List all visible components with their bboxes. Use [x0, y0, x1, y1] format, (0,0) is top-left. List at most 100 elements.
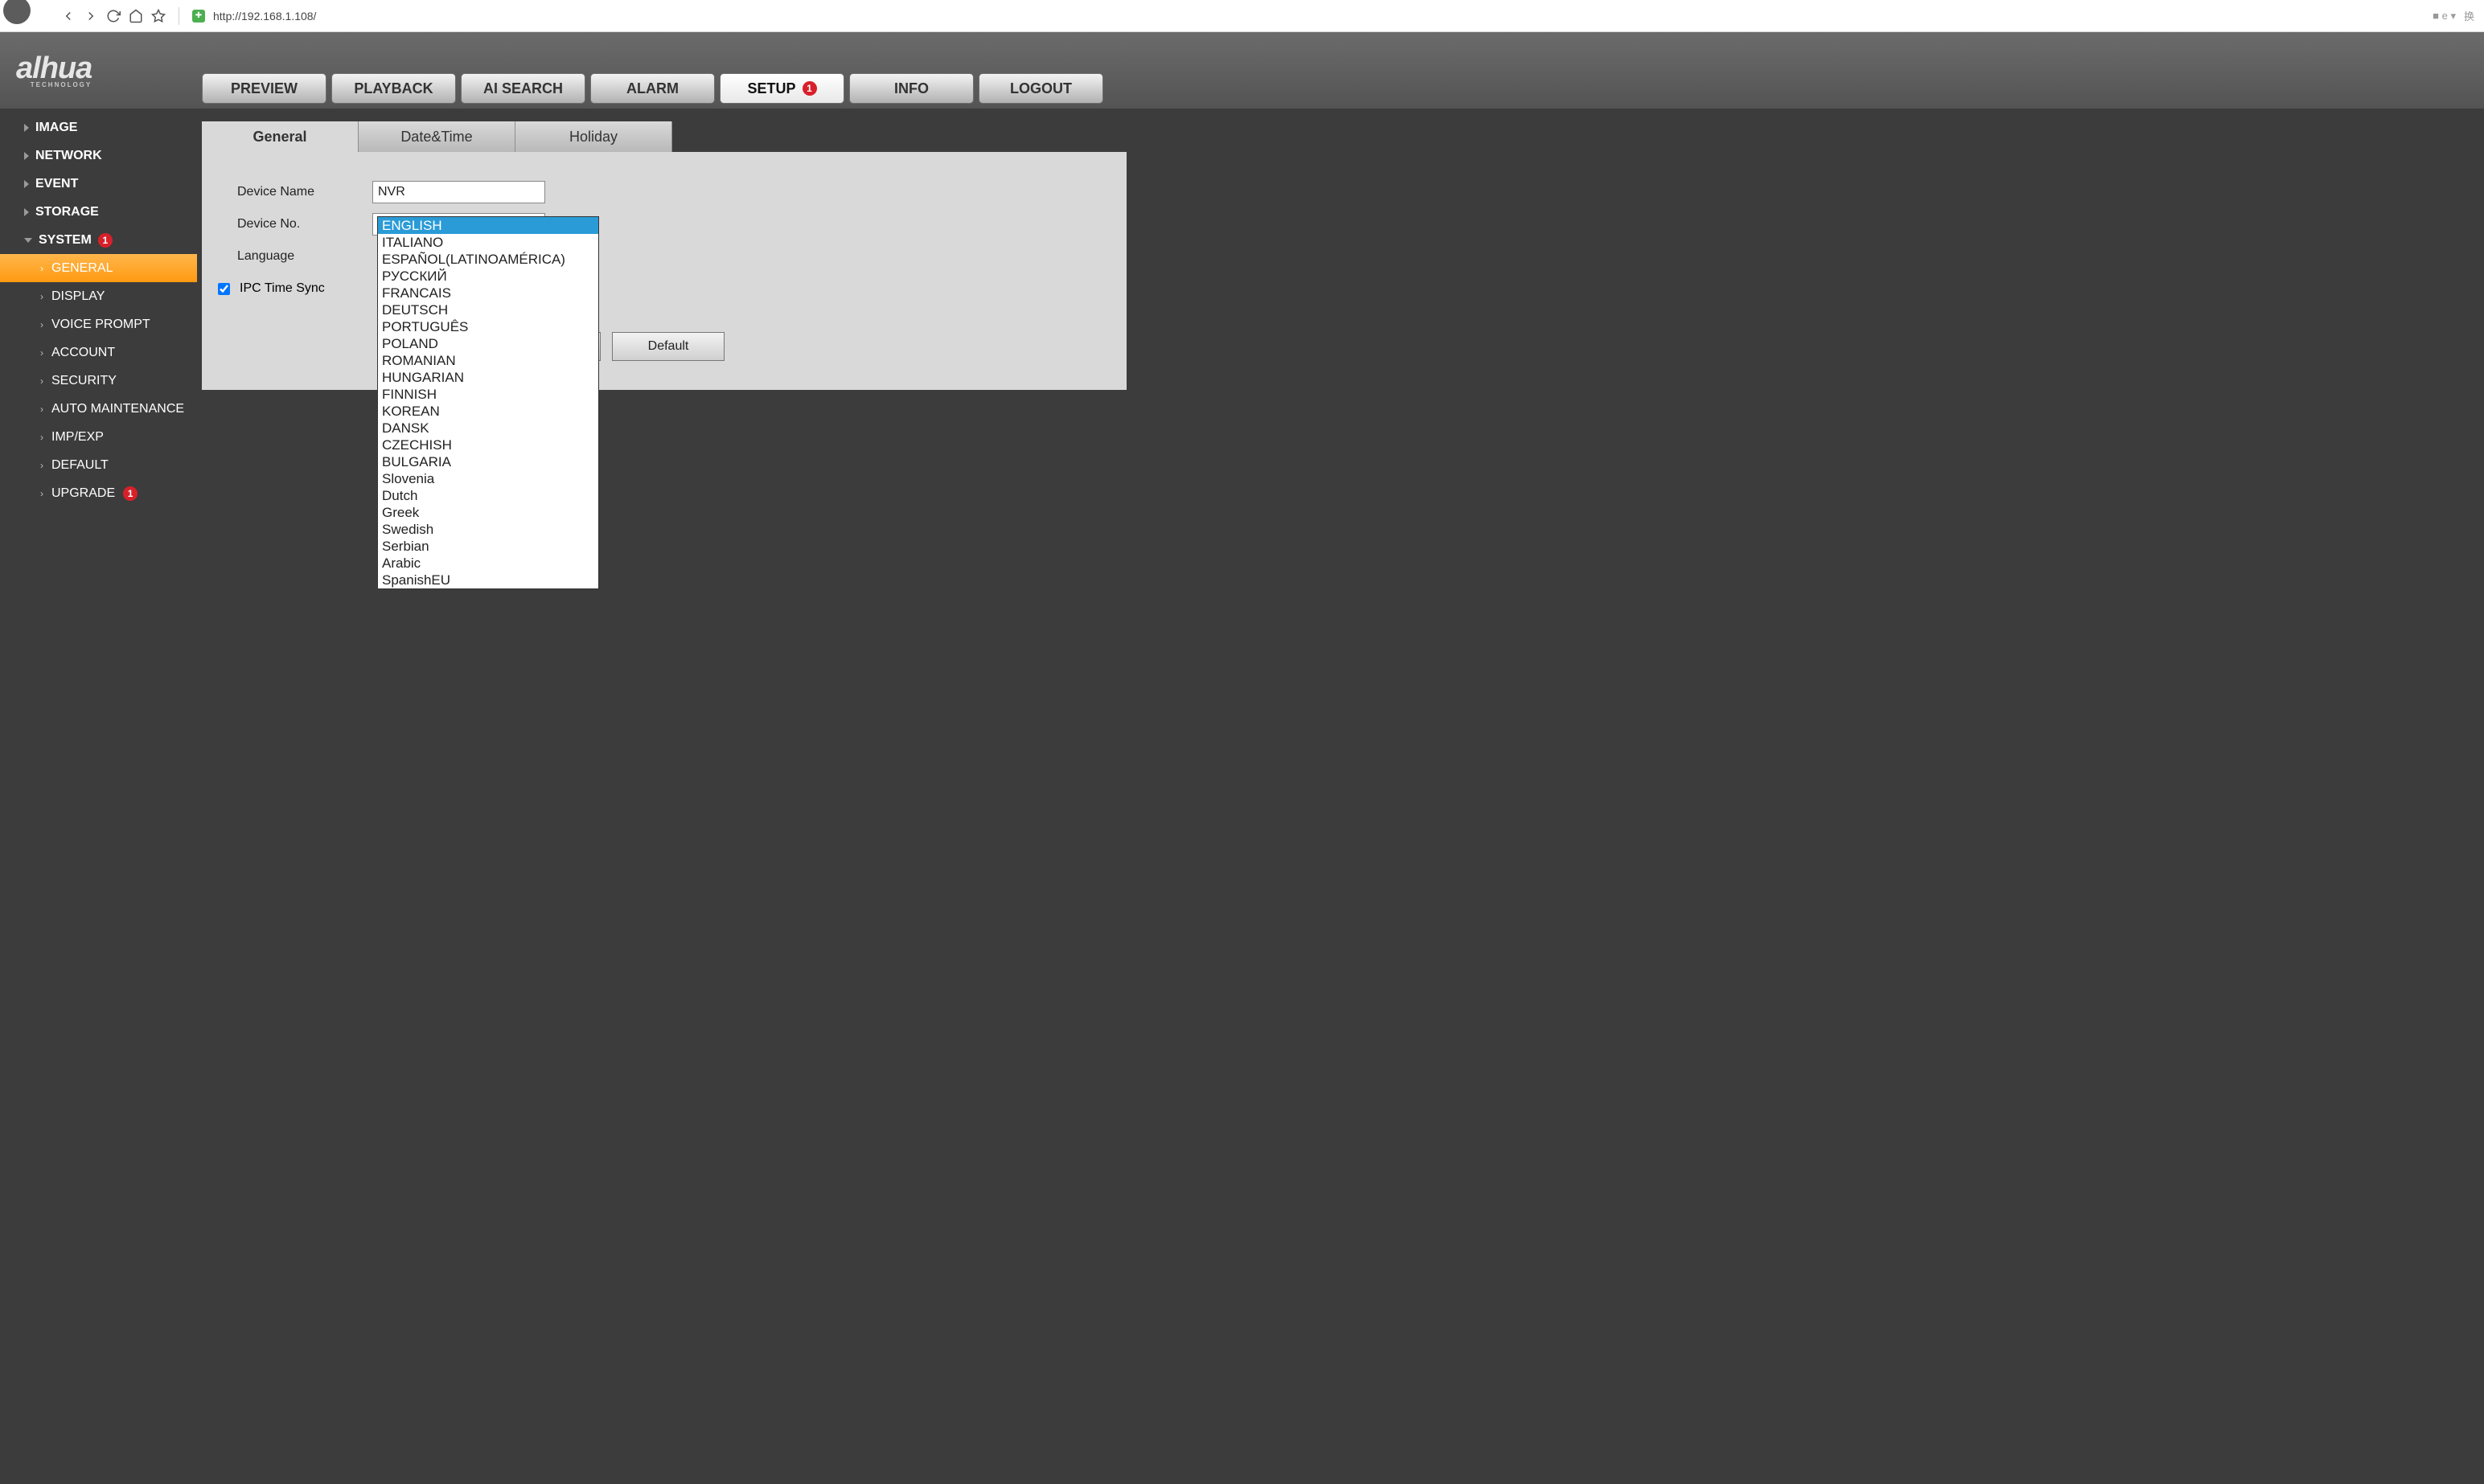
chrome-right-cjk[interactable]: 换 — [2464, 8, 2474, 23]
sidebar-item-display[interactable]: › DISPLAY — [0, 282, 197, 310]
language-option[interactable]: Arabic — [378, 555, 598, 572]
sidebar-item-account[interactable]: ›ACCOUNT — [0, 338, 197, 367]
tab-preview[interactable]: PREVIEW — [202, 73, 326, 104]
tab-label: PLAYBACK — [354, 80, 433, 97]
tab-label: ALARM — [626, 80, 679, 97]
language-option[interactable]: Swedish — [378, 521, 598, 538]
language-option[interactable]: DANSK — [378, 420, 598, 437]
ipc-time-sync-label: IPC Time Sync — [240, 281, 325, 296]
sidebar-cat-system[interactable]: SYSTEM1 — [0, 226, 197, 254]
topbar-tabs: PREVIEW PLAYBACK AI SEARCH ALARM SETUP1 … — [202, 73, 1103, 109]
sidebar-item-label: UPGRADE — [51, 486, 115, 501]
sidebar-item-label: DISPLAY — [51, 289, 105, 304]
sidebar-item-label: DEFAULT — [51, 458, 109, 473]
chevron-right-icon: › — [40, 404, 43, 415]
panel-tab-holiday[interactable]: Holiday — [515, 121, 672, 152]
language-option[interactable]: HUNGARIAN — [378, 369, 598, 386]
sidebar-item-security[interactable]: › SECURITY — [0, 367, 197, 395]
language-option[interactable]: PORTUGUÊS — [378, 318, 598, 335]
sidebar-item-general[interactable]: › GENERAL — [0, 254, 197, 282]
logo-name: alhua — [16, 51, 92, 85]
sidebar-cat-label: NETWORK — [35, 149, 102, 163]
tab-setup[interactable]: SETUP1 — [720, 73, 844, 104]
language-option[interactable]: Dutch — [378, 487, 598, 504]
main: PREVIEW PLAYBACK AI SEARCH ALARM SETUP1 … — [197, 32, 2484, 1484]
panel-tab-general[interactable]: General — [202, 121, 359, 152]
sidebar-cat-network[interactable]: NETWORK — [0, 141, 197, 170]
tab-playback[interactable]: PLAYBACK — [331, 73, 456, 104]
badge: 1 — [98, 233, 113, 248]
sidebar: alhua TECHNOLOGY IMAGE NETWORK EVENT STO… — [0, 32, 197, 1484]
language-option[interactable]: SpanishEU — [378, 572, 598, 588]
language-option[interactable]: Greek — [378, 504, 598, 521]
language-option[interactable]: KOREAN — [378, 403, 598, 420]
language-option[interactable]: Serbian — [378, 538, 598, 555]
chevron-right-icon: › — [40, 460, 43, 471]
ipc-time-sync-checkbox[interactable] — [218, 283, 230, 295]
chevron-right-icon: › — [40, 291, 43, 302]
browser-right-controls: ■ e ▾ 换 — [2433, 8, 2474, 23]
sidebar-item-label: GENERAL — [51, 261, 113, 276]
sidebar-item-label: ACCOUNT — [51, 346, 115, 360]
language-option[interactable]: ROMANIAN — [378, 352, 598, 369]
chevron-right-icon: › — [40, 375, 43, 387]
browser-profile-icon — [3, 0, 31, 24]
language-option[interactable]: BULGARIA — [378, 453, 598, 470]
language-option[interactable]: Slovenia — [378, 470, 598, 487]
language-option[interactable]: РУССКИЙ — [378, 268, 598, 285]
chevron-right-icon — [24, 152, 29, 160]
device-no-label: Device No. — [237, 217, 372, 232]
chrome-right-glyphs[interactable]: ■ e ▾ — [2433, 10, 2456, 23]
sidebar-cat-storage[interactable]: STORAGE — [0, 198, 197, 226]
language-option[interactable]: ENGLISH — [378, 217, 598, 234]
panel-tab-date-time[interactable]: Date&Time — [359, 121, 515, 152]
back-button[interactable] — [61, 9, 76, 23]
tab-label: LOGOUT — [1010, 80, 1072, 97]
sidebar-cat-image[interactable]: IMAGE — [0, 113, 197, 141]
forward-button[interactable] — [84, 9, 98, 23]
star-button[interactable] — [151, 9, 166, 23]
general-panel: Device Name Device No. Language IPC Time… — [202, 152, 1127, 390]
tab-info[interactable]: INFO — [849, 73, 974, 104]
topbar: PREVIEW PLAYBACK AI SEARCH ALARM SETUP1 … — [197, 32, 2484, 109]
tab-label: PREVIEW — [231, 80, 298, 97]
chevron-right-icon — [24, 208, 29, 216]
sidebar-item-label: AUTO MAINTENANCE — [51, 402, 184, 416]
app-root: alhua TECHNOLOGY IMAGE NETWORK EVENT STO… — [0, 32, 2484, 1484]
home-button[interactable] — [129, 9, 143, 23]
tab-ai-search[interactable]: AI SEARCH — [461, 73, 585, 104]
tab-logout[interactable]: LOGOUT — [979, 73, 1103, 104]
sidebar-item-voice-prompt[interactable]: › VOICE PROMPT — [0, 310, 197, 338]
sidebar-cat-label: STORAGE — [35, 205, 99, 219]
sidebar-item-auto-maintenance[interactable]: › AUTO MAINTENANCE — [0, 395, 197, 423]
sidebar-item-label: SECURITY — [51, 374, 117, 388]
ipc-time-sync-row: IPC Time Sync — [218, 273, 1102, 305]
language-option[interactable]: FINNISH — [378, 386, 598, 403]
language-option[interactable]: POLAND — [378, 335, 598, 352]
language-option[interactable]: CZECHISH — [378, 437, 598, 453]
chevron-right-icon: › — [40, 263, 43, 274]
logo-area: alhua TECHNOLOGY — [0, 32, 197, 109]
language-option[interactable]: FRANCAIS — [378, 285, 598, 301]
security-shield-icon: ✚ — [192, 10, 205, 23]
language-dropdown-list[interactable]: ENGLISH ITALIANO ESPAÑOL(LATINOAMÉRICA) … — [377, 216, 599, 589]
default-button[interactable]: Default — [612, 332, 725, 361]
sidebar-cat-label: EVENT — [35, 177, 78, 191]
language-row: Language — [237, 240, 1102, 273]
badge: 1 — [123, 486, 138, 501]
reload-button[interactable] — [106, 9, 121, 23]
tab-alarm[interactable]: ALARM — [590, 73, 715, 104]
sidebar-item-default[interactable]: › DEFAULT — [0, 451, 197, 479]
sidebar-item-imp-exp[interactable]: ›IMP/EXP — [0, 423, 197, 451]
language-option[interactable]: DEUTSCH — [378, 301, 598, 318]
device-no-row: Device No. — [237, 208, 1102, 240]
sidebar-item-upgrade[interactable]: ›UPGRADE1 — [0, 479, 197, 507]
language-option[interactable]: ITALIANO — [378, 234, 598, 251]
chevron-right-icon — [24, 180, 29, 188]
chevron-right-icon: › — [40, 319, 43, 330]
address-url[interactable]: http://192.168.1.108/ — [213, 10, 316, 23]
sidebar-cat-event[interactable]: EVENT — [0, 170, 197, 198]
language-option[interactable]: ESPAÑOL(LATINOAMÉRICA) — [378, 251, 598, 268]
device-name-input[interactable] — [372, 181, 545, 203]
sidebar-item-label: VOICE PROMPT — [51, 318, 150, 332]
